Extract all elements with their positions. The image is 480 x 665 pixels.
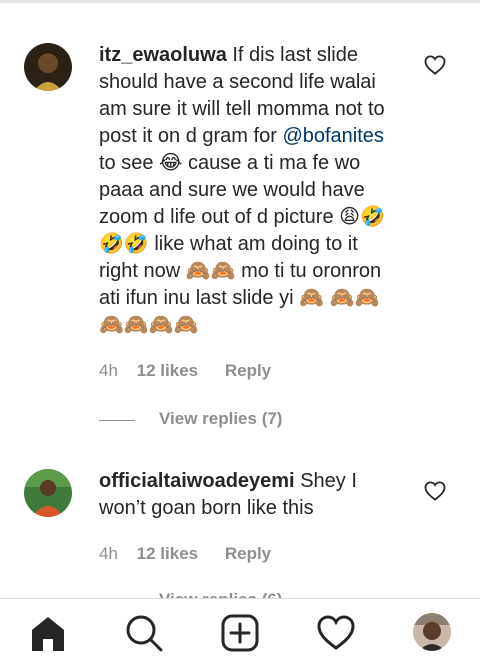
comment-meta: 4h 12 likes Reply xyxy=(99,361,271,381)
top-divider xyxy=(0,0,480,3)
comment-username[interactable]: officialtaiwoadeyemi xyxy=(99,470,295,492)
comment-text: officialtaiwoadeyemi Shey I won’t goan b… xyxy=(99,468,399,522)
comment-username[interactable]: itz_ewaoluwa xyxy=(99,44,227,66)
comment-time: 4h xyxy=(99,361,118,380)
mention-link[interactable]: @bofanites xyxy=(282,125,383,147)
add-post-icon[interactable] xyxy=(220,613,260,653)
comment-avatar[interactable] xyxy=(24,43,72,91)
view-replies-label: View replies (7) xyxy=(159,409,283,428)
comment-time: 4h xyxy=(99,544,118,563)
comment-likes[interactable]: 12 likes xyxy=(137,361,198,381)
profile-avatar[interactable] xyxy=(413,613,451,651)
replies-divider-line xyxy=(99,420,135,421)
search-icon[interactable] xyxy=(124,613,164,653)
bottom-nav-bar xyxy=(0,598,480,665)
home-icon[interactable] xyxy=(28,613,68,653)
like-comment-heart-icon[interactable] xyxy=(424,481,446,501)
comment-text-part: to see 😂 cause a ti ma fe wo paaa and su… xyxy=(99,152,385,336)
comment-likes[interactable]: 12 likes xyxy=(137,544,198,564)
comment-text: itz_ewaoluwa If dis last slide should ha… xyxy=(99,42,399,339)
like-comment-heart-icon[interactable] xyxy=(424,55,446,75)
view-replies-button[interactable]: View replies (7) xyxy=(99,409,399,431)
activity-heart-icon[interactable] xyxy=(316,613,356,653)
reply-button[interactable]: Reply xyxy=(225,544,271,564)
comment-avatar[interactable] xyxy=(24,469,72,517)
comment-meta: 4h 12 likes Reply xyxy=(99,544,271,564)
reply-button[interactable]: Reply xyxy=(225,361,271,381)
